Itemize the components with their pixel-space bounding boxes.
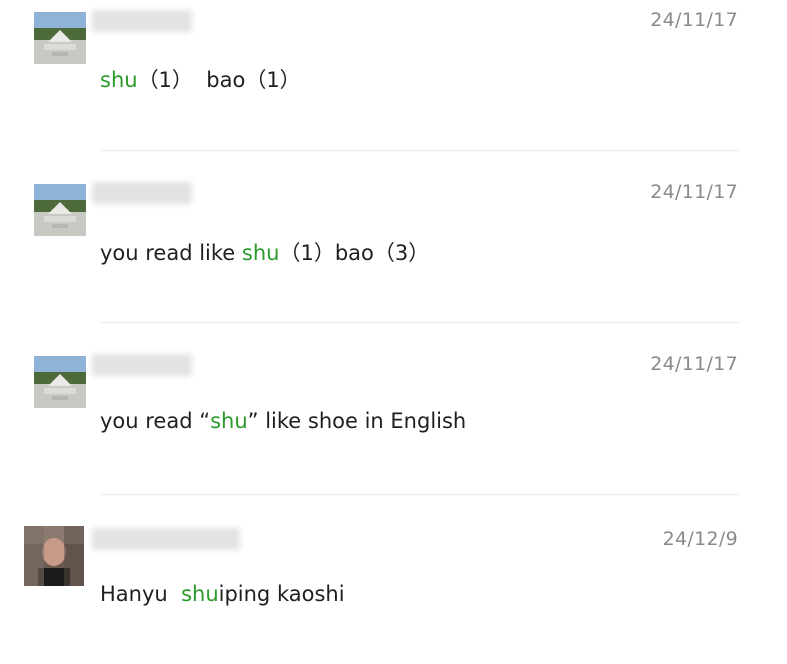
comment-date: 24/11/17 (650, 181, 738, 203)
highlight-text: shu (181, 582, 219, 606)
landscape-avatar-icon[interactable] (34, 184, 86, 236)
comment-text: you read like shu（1）bao（3） (100, 237, 429, 267)
divider (100, 494, 740, 495)
text-after: ” like shoe in English (247, 409, 467, 433)
text-before: you read “ (100, 409, 211, 433)
text-before: Hanyu (100, 582, 182, 606)
divider (100, 150, 740, 151)
comment-item: 24/11/17 you read “shu” like shoe in Eng… (0, 344, 787, 494)
text-before: you read like (100, 241, 242, 265)
divider (100, 322, 740, 323)
highlight-text: shu (210, 409, 248, 433)
comment-list: 24/11/17 shu（1） bao（1） 24/11/17 you read… (0, 0, 787, 664)
username-redacted (92, 182, 192, 204)
comment-text: you read “shu” like shoe in English (100, 409, 466, 433)
text-after: iping kaoshi (218, 582, 345, 606)
comment-item: 24/11/17 you read like shu（1）bao（3） (0, 172, 787, 322)
comment-date: 24/12/9 (662, 528, 738, 550)
comment-text: Hanyu shuiping kaoshi (100, 582, 345, 606)
landscape-avatar-icon[interactable] (34, 356, 86, 408)
highlight-text: shu (100, 68, 138, 92)
comment-text: shu（1） bao（1） (100, 64, 301, 94)
comment-item: 24/11/17 shu（1） bao（1） (0, 0, 787, 150)
text-after: （1） bao（1） (137, 68, 301, 92)
text-after: （1）bao（3） (279, 241, 430, 265)
username-redacted (92, 10, 192, 32)
landscape-avatar-icon[interactable] (34, 12, 86, 64)
comment-date: 24/11/17 (650, 353, 738, 375)
comment-date: 24/11/17 (650, 9, 738, 31)
comment-item: 24/12/9 Hanyu shuiping kaoshi (0, 516, 787, 664)
highlight-text: shu (241, 241, 280, 265)
username-redacted (92, 528, 240, 550)
username-redacted (92, 354, 192, 376)
person-avatar-icon[interactable] (24, 526, 84, 586)
